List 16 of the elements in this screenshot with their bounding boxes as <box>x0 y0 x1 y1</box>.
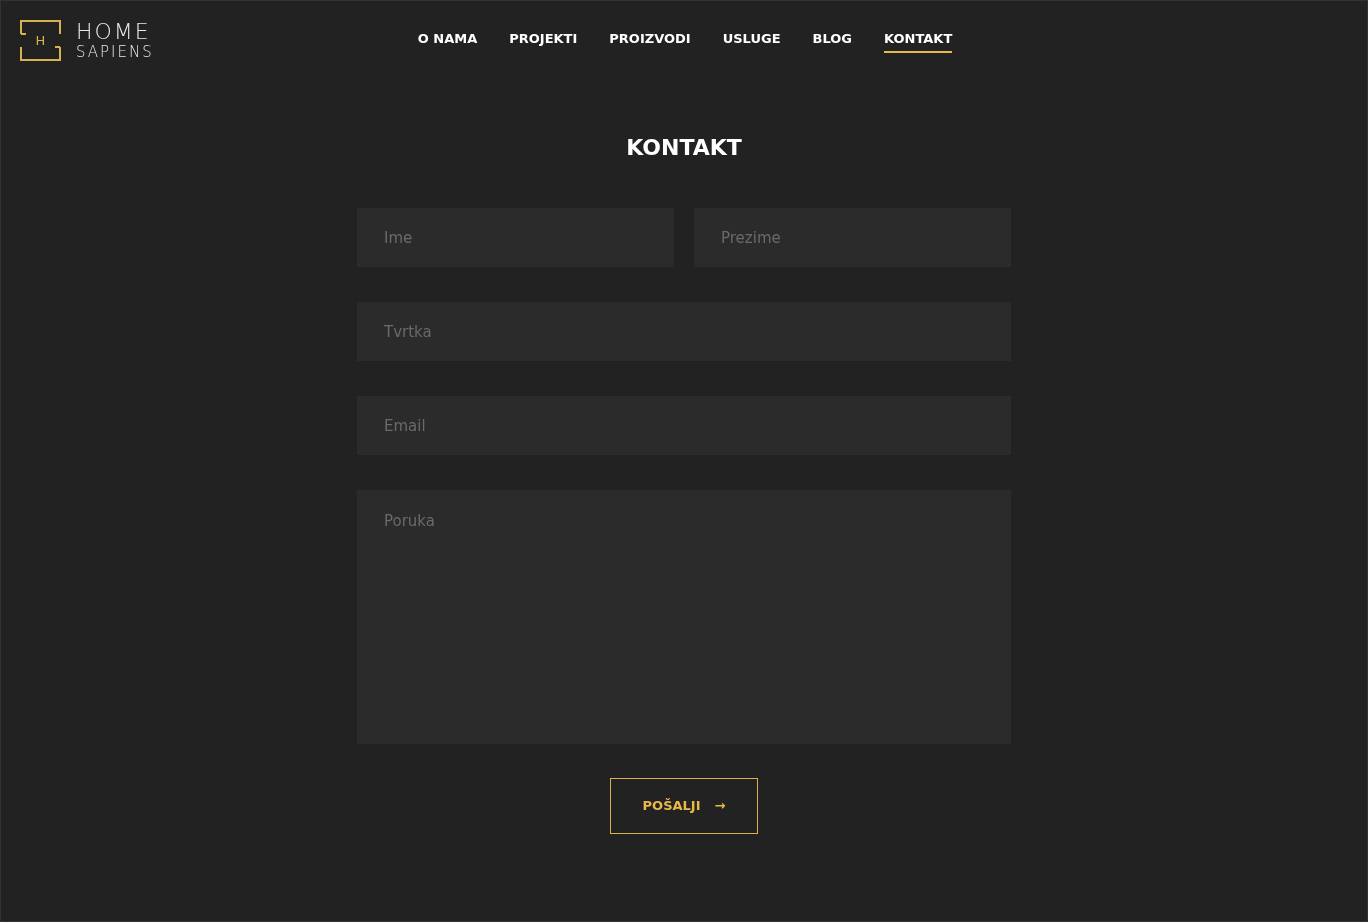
nav-link[interactable]: PROJEKTI <box>509 28 578 54</box>
logo-subtext: SAPIENS <box>76 45 154 60</box>
page-title: KONTAKT <box>625 134 743 162</box>
nav-link[interactable]: KONTAKT <box>884 28 953 54</box>
last-name-field[interactable]: Prezime <box>694 208 1011 267</box>
nav-link[interactable]: USLUGE <box>722 28 781 54</box>
message-field[interactable]: Poruka <box>357 490 1011 744</box>
email-field[interactable]: Email <box>357 396 1011 455</box>
logo-text: HOME <box>76 21 152 43</box>
first-name-field[interactable]: Ime <box>357 208 674 267</box>
logo-letter: H <box>34 31 47 50</box>
nav-link[interactable]: BLOG <box>812 28 852 54</box>
nav-link[interactable]: O NAMA <box>417 28 478 54</box>
company-field[interactable]: Tvrtka <box>357 302 1011 361</box>
submit-button[interactable]: POŠALJI → <box>610 778 758 834</box>
nav-link[interactable]: PROIZVODI <box>609 28 691 54</box>
